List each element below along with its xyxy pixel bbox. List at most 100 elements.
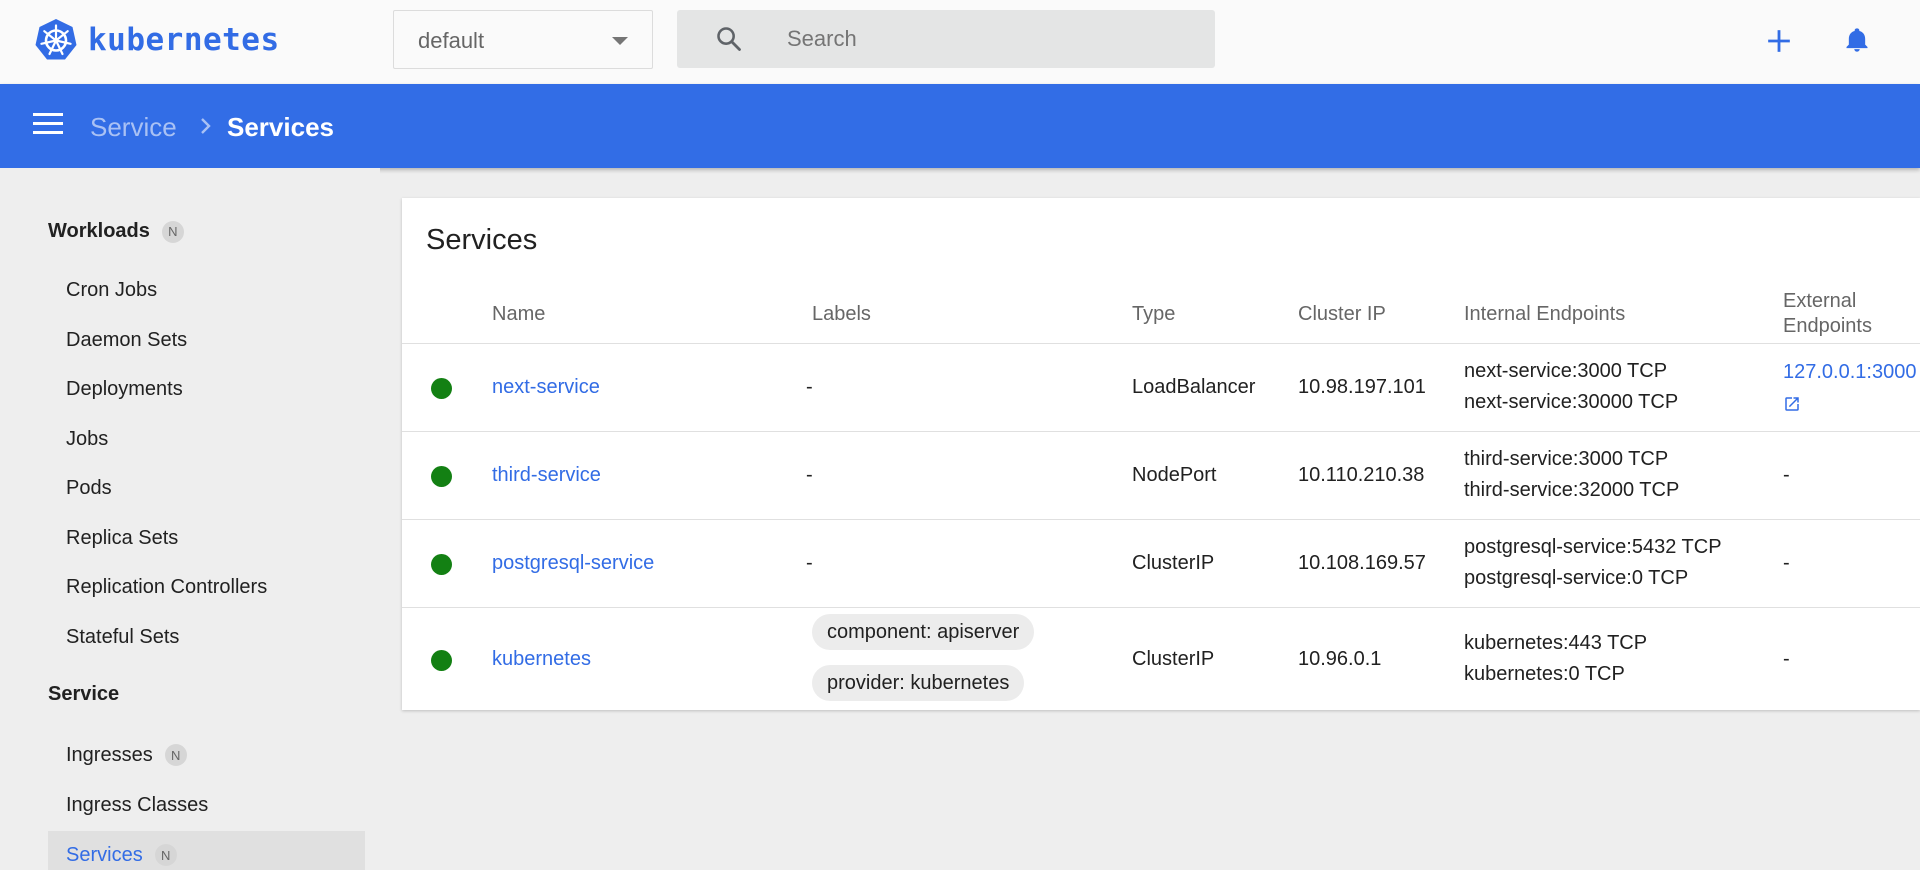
service-name-link[interactable]: third-service [492, 460, 601, 491]
bell-icon [1846, 28, 1868, 52]
label-chip: component: apiserver [812, 614, 1035, 650]
menu-icon[interactable] [33, 113, 63, 137]
column-header-type: Type [1132, 303, 1176, 325]
table-row: next-service - LoadBalancer 10.98.197.10… [402, 343, 1920, 431]
sidebar-item-label: Deployments [66, 377, 183, 400]
namespace-select[interactable]: default [393, 10, 653, 69]
sidebar-group-label: Service [48, 683, 120, 705]
sidebar-item-pods[interactable]: Pods [48, 465, 365, 511]
endpoint-text: next-service:3000 TCP [1464, 360, 1668, 382]
search-bar[interactable] [677, 10, 1215, 68]
search-icon [717, 27, 741, 51]
column-header-cluster-ip: Cluster IP [1298, 303, 1386, 325]
type-cell: LoadBalancer [1132, 376, 1256, 398]
service-name-link[interactable]: postgresql-service [492, 548, 654, 579]
endpoint-text: postgresql-service:0 TCP [1464, 567, 1689, 589]
sidebar-group-workloads[interactable]: Workloads N [48, 220, 184, 243]
label-chip: provider: kubernetes [812, 665, 1025, 701]
open-in-new-icon[interactable] [1783, 395, 1801, 413]
breadcrumb-current: Services [227, 112, 334, 142]
sidebar-item-ingresses[interactable]: Ingresses N [48, 732, 365, 778]
caret-down-icon [612, 37, 628, 45]
namespaced-badge: N [164, 744, 187, 766]
labels-cell: - [806, 552, 813, 574]
sidebar-item-cron-jobs[interactable]: Cron Jobs [48, 267, 365, 313]
endpoint-text: postgresql-service:5432 TCP [1464, 536, 1722, 558]
labels-cell: component: apiserver provider: kubernete… [812, 614, 1035, 701]
type-cell: NodePort [1132, 464, 1217, 486]
column-header-internal-endpoints: Internal Endpoints [1464, 303, 1626, 325]
endpoint-text: third-service:3000 TCP [1464, 448, 1669, 470]
endpoint-text: kubernetes:443 TCP [1464, 632, 1648, 654]
sidebar-item-deployments[interactable]: Deployments [48, 366, 365, 412]
status-ok-icon [431, 378, 452, 399]
status-ok-icon [431, 554, 452, 575]
service-name-link[interactable]: next-service [492, 372, 600, 403]
search-input[interactable] [787, 10, 1187, 68]
internal-endpoints-cell: postgresql-service:5432 TCP postgresql-s… [1464, 532, 1722, 594]
table-row: third-service - NodePort 10.110.210.38 t… [402, 431, 1920, 519]
external-endpoints-cell: - [1783, 552, 1790, 574]
external-endpoints-cell: - [1783, 464, 1790, 486]
sidebar-item-label: Stateful Sets [66, 625, 180, 648]
internal-endpoints-cell: third-service:3000 TCP third-service:320… [1464, 444, 1679, 506]
kubernetes-logo[interactable]: kubernetes [34, 18, 280, 62]
external-endpoints-cell: - [1783, 648, 1790, 670]
cluster-ip-cell: 10.110.210.38 [1298, 464, 1425, 486]
sidebar-item-label: Jobs [66, 427, 109, 450]
column-header-external-endpoints: External Endpoints [1783, 289, 1872, 339]
labels-cell: - [806, 376, 813, 398]
column-header-line: External [1783, 290, 1857, 312]
column-header-line: Endpoints [1783, 315, 1872, 337]
namespaced-badge: N [154, 844, 177, 866]
sidebar-item-label: Pods [66, 476, 112, 499]
internal-endpoints-cell: next-service:3000 TCP next-service:30000… [1464, 356, 1678, 418]
status-ok-icon [431, 650, 452, 671]
card-title: Services [426, 224, 538, 256]
chevron-right-icon [201, 118, 211, 134]
sidebar-item-ingress-classes[interactable]: Ingress Classes [48, 782, 365, 828]
sidebar-group-label: Workloads [48, 220, 150, 242]
kubernetes-logo-icon [35, 19, 77, 60]
service-name-link[interactable]: kubernetes [492, 644, 591, 675]
breadcrumb-parent[interactable]: Service [90, 112, 177, 143]
sidebar-item-label: Cron Jobs [66, 278, 158, 301]
status-ok-icon [431, 466, 452, 487]
external-endpoint-link[interactable]: 127.0.0.1:3000 [1783, 357, 1916, 388]
sidebar: Workloads N Cron Jobs Daemon Sets Deploy… [0, 168, 380, 870]
sidebar-item-label: Ingresses [66, 743, 153, 766]
sidebar-item-services[interactable]: Services N [48, 831, 365, 870]
sidebar-item-replication-controllers[interactable]: Replication Controllers [48, 564, 365, 610]
sidebar-item-label: Daemon Sets [66, 328, 188, 351]
app-name: kubernetes [88, 22, 280, 58]
breadcrumb-bar: Service Services [0, 84, 1920, 168]
services-card: Services Name Labels Type Cluster IP Int… [402, 198, 1920, 710]
plus-icon [1768, 30, 1790, 52]
sidebar-group-service[interactable]: Service [48, 683, 119, 706]
labels-cell: - [806, 464, 813, 486]
sidebar-item-label: Services [66, 843, 143, 866]
create-button[interactable] [1762, 24, 1796, 58]
sidebar-item-jobs[interactable]: Jobs [48, 416, 365, 462]
column-header-name[interactable]: Name [492, 302, 545, 327]
sidebar-item-label: Replication Controllers [66, 575, 268, 598]
table-row: kubernetes component: apiserver provider… [402, 607, 1920, 709]
sidebar-item-stateful-sets[interactable]: Stateful Sets [48, 614, 365, 660]
sidebar-item-daemon-sets[interactable]: Daemon Sets [48, 317, 365, 363]
sidebar-item-label: Replica Sets [66, 526, 179, 549]
namespaced-badge: N [161, 220, 184, 243]
cluster-ip-cell: 10.98.197.101 [1298, 376, 1426, 398]
endpoint-text: third-service:32000 TCP [1464, 479, 1680, 501]
type-cell: ClusterIP [1132, 648, 1215, 670]
sidebar-item-replica-sets[interactable]: Replica Sets [48, 515, 365, 561]
notifications-button[interactable] [1840, 22, 1874, 58]
endpoint-text: next-service:30000 TCP [1464, 391, 1679, 413]
endpoint-text: kubernetes:0 TCP [1464, 663, 1625, 685]
external-endpoints-cell: 127.0.0.1:3000 [1783, 357, 1916, 419]
column-header-labels: Labels [812, 303, 871, 325]
type-cell: ClusterIP [1132, 552, 1215, 574]
internal-endpoints-cell: kubernetes:443 TCP kubernetes:0 TCP [1464, 628, 1647, 690]
namespace-value: default [418, 28, 485, 53]
table-row: postgresql-service - ClusterIP 10.108.16… [402, 519, 1920, 607]
top-bar: kubernetes default [0, 0, 1920, 84]
